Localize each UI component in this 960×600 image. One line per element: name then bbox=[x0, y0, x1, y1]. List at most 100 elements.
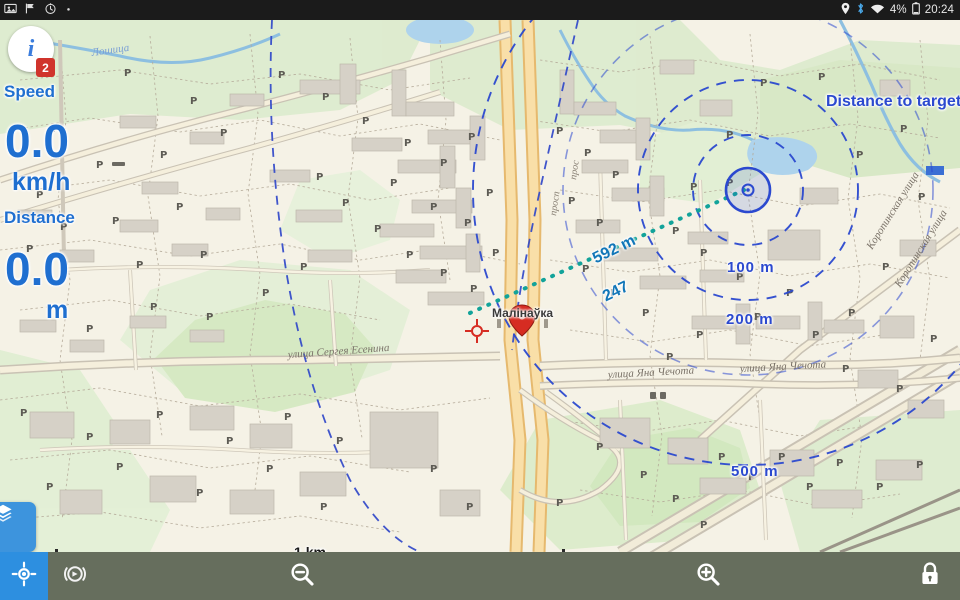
svg-text:P: P bbox=[596, 442, 603, 453]
svg-text:P: P bbox=[124, 68, 131, 79]
svg-text:P: P bbox=[112, 216, 119, 227]
svg-text:P: P bbox=[672, 494, 679, 505]
svg-text:P: P bbox=[196, 488, 203, 499]
svg-text:P: P bbox=[640, 470, 647, 481]
svg-text:P: P bbox=[406, 250, 413, 261]
magnifier-minus-icon bbox=[288, 560, 316, 593]
lock-icon bbox=[918, 561, 942, 592]
svg-text:P: P bbox=[322, 92, 329, 103]
map-app-screen: 4% 20:24 P P P P P P P P P P P P P P P P… bbox=[0, 0, 960, 600]
svg-text:P: P bbox=[918, 192, 925, 203]
scale-bar-label: 1 km bbox=[294, 544, 326, 552]
place-marker-label: Малінаўка bbox=[492, 306, 554, 320]
svg-text:P: P bbox=[136, 260, 143, 271]
svg-text:P: P bbox=[556, 498, 563, 509]
svg-text:P: P bbox=[96, 160, 103, 171]
svg-text:P: P bbox=[492, 248, 499, 259]
svg-text:P: P bbox=[882, 262, 889, 273]
svg-text:P: P bbox=[696, 330, 703, 341]
svg-text:P: P bbox=[842, 364, 849, 375]
svg-text:P: P bbox=[718, 452, 725, 463]
svg-text:P: P bbox=[666, 352, 673, 363]
svg-text:P: P bbox=[404, 138, 411, 149]
svg-text:P: P bbox=[596, 218, 603, 229]
screenshot-icon bbox=[4, 2, 17, 18]
svg-text:P: P bbox=[266, 464, 273, 475]
svg-text:P: P bbox=[150, 302, 157, 313]
svg-text:P: P bbox=[486, 188, 493, 199]
svg-text:P: P bbox=[440, 158, 447, 169]
dot-icon bbox=[64, 4, 73, 16]
map-layers-button[interactable] bbox=[0, 502, 36, 552]
svg-text:P: P bbox=[262, 288, 269, 299]
svg-text:P: P bbox=[900, 124, 907, 135]
svg-text:P: P bbox=[876, 482, 883, 493]
svg-text:P: P bbox=[896, 384, 903, 395]
svg-text:P: P bbox=[300, 262, 307, 273]
alarm-icon bbox=[44, 2, 57, 18]
magnifier-plus-icon bbox=[694, 560, 722, 593]
zoom-out-button[interactable] bbox=[278, 552, 326, 600]
android-status-bar: 4% 20:24 bbox=[0, 0, 960, 20]
svg-text:P: P bbox=[584, 148, 591, 159]
location-pin-icon bbox=[840, 2, 851, 18]
svg-text:P: P bbox=[220, 128, 227, 139]
svg-text:P: P bbox=[86, 432, 93, 443]
svg-text:P: P bbox=[226, 436, 233, 447]
svg-text:P: P bbox=[468, 132, 475, 143]
target-location-marker bbox=[724, 166, 772, 214]
svg-text:P: P bbox=[430, 202, 437, 213]
ring-label-200m: 200 m bbox=[726, 311, 774, 328]
svg-text:P: P bbox=[26, 244, 33, 255]
svg-text:P: P bbox=[156, 410, 163, 421]
gps-location-button[interactable] bbox=[0, 552, 48, 600]
status-bar-right-icons: 4% 20:24 bbox=[840, 0, 954, 20]
svg-text:P: P bbox=[36, 190, 43, 201]
svg-text:P: P bbox=[930, 334, 937, 345]
bottom-toolbar bbox=[0, 552, 960, 600]
svg-text:P: P bbox=[568, 196, 575, 207]
svg-text:P: P bbox=[856, 150, 863, 161]
download-flag-icon bbox=[24, 2, 37, 18]
svg-text:P: P bbox=[116, 462, 123, 473]
svg-text:P: P bbox=[612, 170, 619, 181]
svg-text:P: P bbox=[466, 502, 473, 513]
svg-text:P: P bbox=[464, 218, 471, 229]
svg-text:P: P bbox=[86, 324, 93, 335]
clock-label: 20:24 bbox=[924, 4, 954, 16]
toolbar-map-backdrop bbox=[0, 552, 960, 600]
svg-text:P: P bbox=[336, 436, 343, 447]
battery-percent-label: 4% bbox=[889, 4, 907, 16]
svg-text:P: P bbox=[362, 116, 369, 127]
info-button-glyph: i bbox=[27, 35, 35, 62]
map-canvas[interactable]: PPP PPP PPP PPP PPP PPP PPP PPP PPP PPP … bbox=[0, 20, 960, 552]
svg-text:P: P bbox=[430, 464, 437, 475]
svg-text:P: P bbox=[278, 70, 285, 81]
svg-text:P: P bbox=[320, 502, 327, 513]
battery-icon bbox=[911, 2, 920, 18]
svg-text:P: P bbox=[390, 178, 397, 189]
svg-text:P: P bbox=[440, 268, 447, 279]
svg-text:P: P bbox=[778, 452, 785, 463]
distance-to-target-label: Distance to target bbox=[826, 93, 960, 110]
svg-text:P: P bbox=[206, 312, 213, 323]
svg-text:P: P bbox=[176, 202, 183, 213]
svg-text:P: P bbox=[190, 96, 197, 107]
svg-text:P: P bbox=[342, 198, 349, 209]
svg-text:P: P bbox=[46, 482, 53, 493]
gps-crosshair-icon bbox=[11, 561, 37, 592]
ring-label-100m: 100 m bbox=[727, 259, 775, 276]
svg-text:P: P bbox=[52, 124, 59, 135]
svg-text:P: P bbox=[760, 78, 767, 89]
svg-text:P: P bbox=[374, 224, 381, 235]
svg-text:P: P bbox=[160, 150, 167, 161]
info-badge-count[interactable]: 2 bbox=[36, 58, 55, 77]
zoom-in-button[interactable] bbox=[684, 552, 732, 600]
screen-lock-button[interactable] bbox=[906, 552, 954, 600]
bluetooth-icon bbox=[856, 2, 865, 18]
svg-text:P: P bbox=[316, 172, 323, 183]
svg-text:P: P bbox=[284, 412, 291, 423]
compass-button[interactable] bbox=[52, 552, 98, 600]
svg-text:P: P bbox=[700, 248, 707, 259]
svg-text:P: P bbox=[470, 284, 477, 295]
